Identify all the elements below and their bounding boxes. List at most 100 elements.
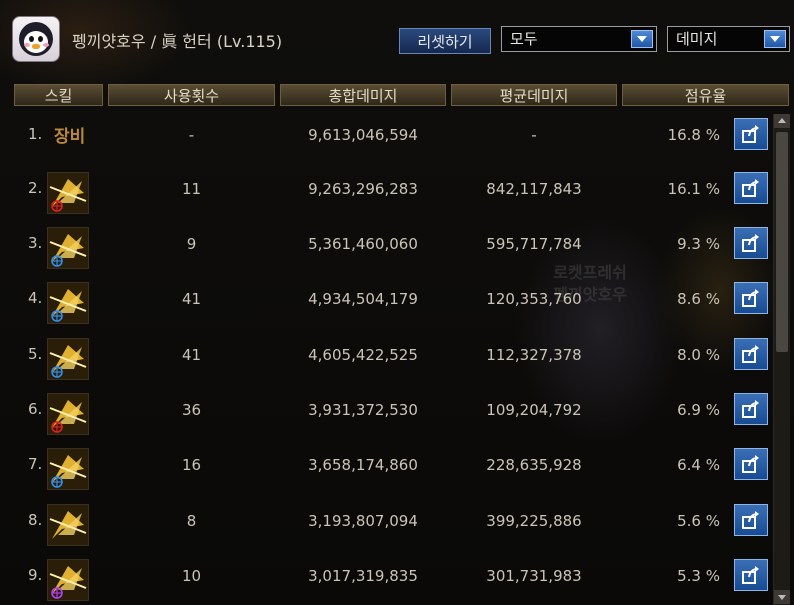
average-damage: 112,327,378 bbox=[486, 346, 582, 364]
row-index: 2. bbox=[28, 179, 43, 197]
share-icon bbox=[742, 511, 759, 529]
scroll-thumb[interactable] bbox=[776, 132, 788, 352]
share-button[interactable] bbox=[734, 172, 768, 204]
total-damage: 3,658,174,860 bbox=[308, 456, 418, 474]
filter-dropdown-value: 모두 bbox=[510, 30, 538, 48]
uses-count: 41 bbox=[181, 346, 202, 364]
share-percent: 16.8 % bbox=[667, 126, 720, 144]
table-row: 6. 36 3,931,372,530 109,204,792 6.9 % bbox=[0, 383, 794, 437]
row-index: 7. bbox=[28, 455, 43, 473]
share-button[interactable] bbox=[734, 227, 768, 259]
table-row: 1. 장비 - 9,613,046,594 - 16.8 % bbox=[0, 108, 794, 162]
uses-count: 41 bbox=[181, 290, 202, 308]
share-icon bbox=[742, 179, 759, 197]
share-percent: 6.9 % bbox=[677, 401, 720, 419]
share-percent: 16.1 % bbox=[667, 180, 720, 198]
column-header-skill[interactable]: 스킬 bbox=[14, 84, 103, 106]
average-damage: 120,353,760 bbox=[486, 290, 582, 308]
share-button[interactable] bbox=[734, 338, 768, 370]
share-icon bbox=[742, 400, 759, 418]
metric-dropdown[interactable]: 데미지 bbox=[667, 26, 790, 52]
uses-count: 8 bbox=[186, 512, 197, 530]
row-index: 5. bbox=[28, 345, 43, 363]
share-icon bbox=[742, 345, 759, 363]
share-button[interactable] bbox=[734, 118, 768, 150]
reset-button[interactable]: 리셋하기 bbox=[399, 28, 491, 54]
character-title: 펭끼얏호우 / 眞 헌터 (Lv.115) bbox=[72, 28, 282, 52]
share-percent: 5.3 % bbox=[677, 567, 720, 585]
uses-count: 16 bbox=[181, 456, 202, 474]
class-symbol: 眞 bbox=[161, 32, 178, 51]
average-damage: 301,731,983 bbox=[486, 567, 582, 585]
share-icon bbox=[742, 234, 759, 252]
table-row: 9. 10 3,017,319,835 301,731,983 5.3 % bbox=[0, 549, 794, 603]
skill-wave-icon bbox=[47, 504, 89, 546]
total-damage: 9,613,046,594 bbox=[308, 126, 418, 144]
skill-wing-blue-icon bbox=[47, 448, 89, 490]
share-percent: 8.0 % bbox=[677, 346, 720, 364]
row-index: 9. bbox=[28, 566, 43, 584]
average-damage: 842,117,843 bbox=[486, 180, 582, 198]
average-damage: - bbox=[531, 126, 537, 144]
scroll-up-icon[interactable] bbox=[774, 114, 790, 128]
share-button[interactable] bbox=[734, 448, 768, 480]
average-damage: 595,717,784 bbox=[486, 235, 582, 253]
skill-burst-blue-icon bbox=[47, 282, 89, 324]
column-header-share[interactable]: 점유율 bbox=[622, 84, 789, 106]
skill-slash-red-icon bbox=[47, 172, 89, 214]
uses-count: 36 bbox=[181, 401, 202, 419]
share-percent: 6.4 % bbox=[677, 456, 720, 474]
share-percent: 5.6 % bbox=[677, 512, 720, 530]
column-header-total-damage[interactable]: 총합데미지 bbox=[280, 84, 446, 106]
row-index: 6. bbox=[28, 400, 43, 418]
table-row: 3. 9 5,361,460,060 595,717,784 9.3 % bbox=[0, 217, 794, 271]
average-damage: 228,635,928 bbox=[486, 456, 582, 474]
share-icon bbox=[742, 455, 759, 473]
total-damage: 5,361,460,060 bbox=[308, 235, 418, 253]
total-damage: 3,017,319,835 bbox=[308, 567, 418, 585]
average-damage: 399,225,886 bbox=[486, 512, 582, 530]
share-button[interactable] bbox=[734, 282, 768, 314]
metric-dropdown-value: 데미지 bbox=[676, 30, 718, 48]
chevron-down-icon[interactable] bbox=[631, 30, 653, 48]
uses-count: 10 bbox=[181, 567, 202, 585]
filter-dropdown[interactable]: 모두 bbox=[501, 26, 657, 52]
character-avatar bbox=[12, 16, 60, 62]
chevron-down-icon[interactable] bbox=[764, 30, 786, 48]
share-icon bbox=[742, 566, 759, 584]
total-damage: 9,263,296,283 bbox=[308, 180, 418, 198]
scrollbar[interactable] bbox=[773, 114, 790, 605]
character-level: (Lv.115) bbox=[216, 32, 283, 51]
share-button[interactable] bbox=[734, 504, 768, 536]
uses-count: - bbox=[188, 126, 195, 144]
table-row: 7. 16 3,658,174,860 228,635,928 6.4 % bbox=[0, 438, 794, 492]
class-name: 헌터 bbox=[182, 32, 212, 51]
share-icon bbox=[742, 289, 759, 307]
share-button[interactable] bbox=[734, 559, 768, 591]
total-damage: 3,193,807,094 bbox=[308, 512, 418, 530]
row-index: 8. bbox=[28, 511, 43, 529]
table-row: 4. 41 4,934,504,179 120,353,760 8.6 % bbox=[0, 272, 794, 326]
skill-claw-blue-icon bbox=[47, 338, 89, 380]
column-header-uses[interactable]: 사용횟수 bbox=[108, 84, 275, 106]
share-icon bbox=[742, 125, 759, 143]
uses-count: 9 bbox=[186, 235, 197, 253]
share-button[interactable] bbox=[734, 393, 768, 425]
row-index: 1. bbox=[28, 125, 43, 143]
table-row: 2. 11 9,263,296,283 842,117,843 16.1 % bbox=[0, 162, 794, 216]
row-index: 4. bbox=[28, 289, 43, 307]
skill-eye-blue-icon bbox=[47, 227, 89, 269]
total-damage: 3,931,372,530 bbox=[308, 401, 418, 419]
share-percent: 9.3 % bbox=[677, 235, 720, 253]
row-index: 3. bbox=[28, 234, 43, 252]
uses-count: 11 bbox=[181, 180, 202, 198]
character-name: 펭끼얏호우 bbox=[72, 32, 146, 51]
table-row: 8. 8 3,193,807,094 399,225,886 5.6 % bbox=[0, 494, 794, 548]
total-damage: 4,934,504,179 bbox=[308, 290, 418, 308]
column-header-average-damage[interactable]: 평균데미지 bbox=[451, 84, 617, 106]
title-separator: / bbox=[150, 32, 157, 51]
scroll-down-icon[interactable] bbox=[774, 590, 790, 604]
share-percent: 8.6 % bbox=[677, 290, 720, 308]
table-row: 5. 41 4,605,422,525 112,327,378 8.0 % bbox=[0, 328, 794, 382]
skill-star-purple-icon bbox=[47, 559, 89, 601]
